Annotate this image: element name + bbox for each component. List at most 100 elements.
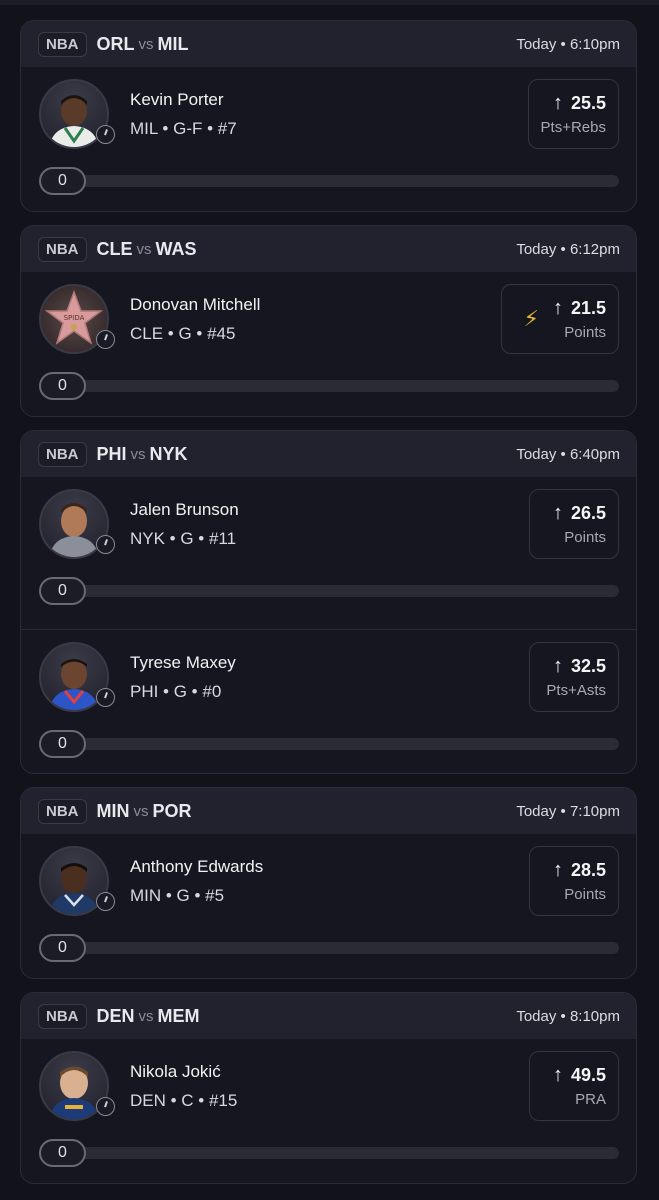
progress-value: 0 bbox=[39, 167, 86, 195]
game-time: Today • 7:10pm bbox=[516, 802, 620, 820]
player-meta: MIN • G • #5 bbox=[130, 886, 225, 905]
clock-icon bbox=[96, 688, 115, 707]
arrow-up-icon: ↑ bbox=[552, 92, 563, 114]
progress-track bbox=[59, 738, 619, 750]
clock-icon bbox=[96, 125, 115, 144]
player-row[interactable]: Nikola Jokić DEN • C • #15 ↑ 49.5 PRA 0 bbox=[21, 1039, 636, 1183]
prop-line-button[interactable]: ↑ 32.5 Pts+Asts bbox=[529, 642, 619, 712]
vs-label: vs bbox=[130, 445, 146, 463]
line-value: 25.5 bbox=[570, 93, 606, 113]
line-value: 26.5 bbox=[570, 503, 606, 523]
home-team: DEN bbox=[96, 1005, 135, 1026]
player-name: Tyrese Maxey bbox=[130, 653, 236, 672]
stat-type: Points bbox=[564, 529, 606, 546]
league-badge: NBA bbox=[38, 798, 87, 824]
player-meta: PHI • G • #0 bbox=[130, 682, 222, 701]
league-badge: NBA bbox=[38, 31, 87, 57]
player-name: Nikola Jokić bbox=[130, 1062, 221, 1081]
away-team: WAS bbox=[155, 238, 197, 259]
progress-value: 0 bbox=[39, 577, 86, 605]
line-value: 49.5 bbox=[570, 1065, 606, 1085]
game-header[interactable]: NBA PHI vs NYK Today • 6:40pm bbox=[21, 431, 636, 477]
stat-type: Pts+Rebs bbox=[540, 119, 606, 136]
progress-value: 0 bbox=[39, 934, 86, 962]
arrow-up-icon: ↑ bbox=[552, 859, 563, 881]
game-card: NBA MIN vs POR Today • 7:10pm Anthony Ed… bbox=[20, 787, 637, 979]
vs-label: vs bbox=[138, 35, 154, 53]
league-badge: NBA bbox=[38, 1003, 87, 1029]
line-value: 32.5 bbox=[570, 656, 606, 676]
prop-line-button[interactable]: ↑ 49.5 PRA bbox=[529, 1051, 619, 1121]
game-card: NBA ORL vs MIL Today • 6:10pm Kevin Port… bbox=[20, 20, 637, 212]
player-meta: DEN • C • #15 bbox=[130, 1091, 238, 1110]
player-name: Jalen Brunson bbox=[130, 500, 239, 519]
away-team: MIL bbox=[157, 33, 189, 54]
top-divider bbox=[0, 0, 659, 5]
home-team: ORL bbox=[96, 33, 135, 54]
game-time: Today • 6:40pm bbox=[516, 445, 620, 463]
prop-line-button[interactable]: ⚡ ↑ 21.5 Points bbox=[501, 284, 619, 354]
star-text: SPIDA bbox=[64, 314, 85, 322]
clock-icon bbox=[96, 892, 115, 911]
progress-track bbox=[59, 175, 619, 187]
arrow-up-icon: ↑ bbox=[552, 502, 563, 524]
progress-bar: 0 bbox=[39, 1139, 619, 1167]
stat-type: Points bbox=[564, 324, 606, 341]
progress-value: 0 bbox=[39, 372, 86, 400]
progress-bar: 0 bbox=[39, 934, 619, 962]
progress-track bbox=[59, 585, 619, 597]
clock-icon bbox=[96, 535, 115, 554]
lightning-bolt-icon: ⚡ bbox=[523, 306, 539, 331]
away-team: MEM bbox=[157, 1005, 200, 1026]
vs-label: vs bbox=[138, 1007, 154, 1025]
home-team: PHI bbox=[96, 443, 127, 464]
player-meta: MIL • G-F • #7 bbox=[130, 119, 237, 138]
home-team: CLE bbox=[96, 238, 133, 259]
player-name: Donovan Mitchell bbox=[130, 295, 261, 314]
progress-bar: 0 bbox=[39, 577, 619, 605]
game-card: NBA PHI vs NYK Today • 6:40pm Jalen Brun… bbox=[20, 430, 637, 774]
player-row[interactable]: SPIDA Donovan Mitchell CLE • G • #45 ⚡ ↑… bbox=[21, 272, 636, 416]
line-value: 21.5 bbox=[570, 298, 606, 318]
progress-track bbox=[59, 380, 619, 392]
away-team: POR bbox=[152, 800, 192, 821]
game-header[interactable]: NBA DEN vs MEM Today • 8:10pm bbox=[21, 993, 636, 1039]
prop-line-button[interactable]: ↑ 28.5 Points bbox=[529, 846, 619, 916]
game-header[interactable]: NBA ORL vs MIL Today • 6:10pm bbox=[21, 21, 636, 67]
away-team: NYK bbox=[149, 443, 188, 464]
stat-type: Pts+Asts bbox=[546, 682, 606, 699]
progress-track bbox=[59, 942, 619, 954]
line-value: 28.5 bbox=[570, 860, 606, 880]
arrow-up-icon: ↑ bbox=[552, 297, 563, 319]
game-header[interactable]: NBA CLE vs WAS Today • 6:12pm bbox=[21, 226, 636, 272]
league-badge: NBA bbox=[38, 441, 87, 467]
game-card: NBA DEN vs MEM Today • 8:10pm Nikola Jok… bbox=[20, 992, 637, 1184]
stat-type: Points bbox=[564, 886, 606, 903]
progress-value: 0 bbox=[39, 1139, 86, 1167]
game-header[interactable]: NBA MIN vs POR Today • 7:10pm bbox=[21, 788, 636, 834]
vs-label: vs bbox=[136, 240, 152, 258]
progress-value: 0 bbox=[39, 730, 86, 758]
progress-bar: 0 bbox=[39, 372, 619, 400]
home-team: MIN bbox=[96, 800, 130, 821]
player-row[interactable]: Anthony Edwards MIN • G • #5 ↑ 28.5 Point… bbox=[21, 834, 636, 978]
game-time: Today • 6:12pm bbox=[516, 240, 620, 258]
player-row[interactable]: Jalen Brunson NYK • G • #11 ↑ 26.5 Points… bbox=[21, 477, 636, 629]
player-meta: CLE • G • #45 bbox=[130, 324, 236, 343]
player-row[interactable]: Kevin Porter MIL • G-F • #7 ↑ 25.5 Pts+Re… bbox=[21, 67, 636, 211]
league-badge: NBA bbox=[38, 236, 87, 262]
player-meta: NYK • G • #11 bbox=[130, 529, 237, 548]
progress-track bbox=[59, 1147, 619, 1159]
game-time: Today • 8:10pm bbox=[516, 1007, 620, 1025]
player-name: Anthony Edwards bbox=[130, 857, 264, 876]
player-name: Kevin Porter bbox=[130, 90, 224, 109]
game-card: NBA CLE vs WAS Today • 6:12pm SPIDA Dono… bbox=[20, 225, 637, 417]
clock-icon bbox=[96, 1097, 115, 1116]
arrow-up-icon: ↑ bbox=[552, 1064, 563, 1086]
clock-icon bbox=[96, 330, 115, 349]
stat-type: PRA bbox=[575, 1091, 606, 1108]
prop-line-button[interactable]: ↑ 25.5 Pts+Rebs bbox=[527, 79, 619, 149]
progress-bar: 0 bbox=[39, 730, 619, 758]
player-row[interactable]: Tyrese Maxey PHI • G • #0 ↑ 32.5 Pts+Asts… bbox=[21, 629, 636, 773]
prop-line-button[interactable]: ↑ 26.5 Points bbox=[529, 489, 619, 559]
